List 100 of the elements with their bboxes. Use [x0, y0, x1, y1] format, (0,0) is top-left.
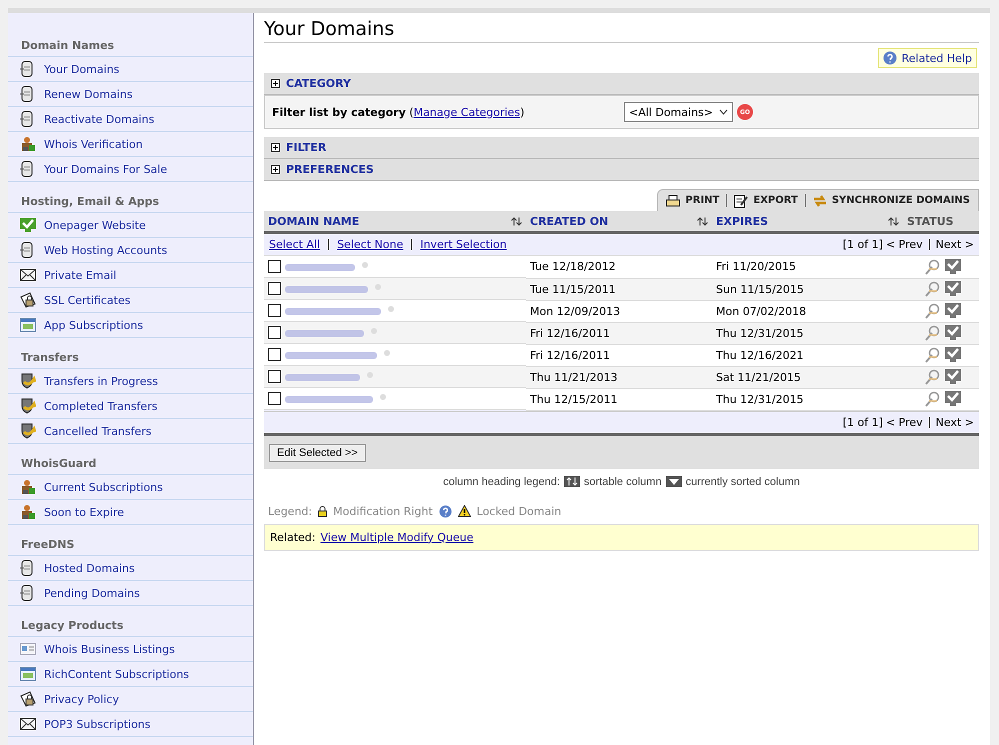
sidebar-item[interactable]: Pending Domains [8, 581, 253, 606]
sidebar-heading: Legacy Products [8, 615, 253, 637]
check-monitor-icon[interactable] [944, 281, 961, 297]
prev-link[interactable]: < Prev [886, 416, 923, 428]
check-monitor-icon[interactable] [944, 391, 961, 407]
help-icon [882, 51, 897, 65]
section-header[interactable]: FILTER [264, 137, 979, 159]
business-card-icon [20, 643, 36, 655]
sidebar-item[interactable]: Reactivate Domains [8, 107, 253, 132]
section-header[interactable]: CATEGORY [264, 73, 979, 95]
row-checkbox[interactable] [268, 370, 281, 383]
category-select[interactable]: <All Domains> [624, 102, 733, 122]
sidebar-item[interactable]: Your Domains [8, 57, 253, 82]
sync-arrows-icon [812, 194, 827, 206]
people-lock-icon [20, 136, 36, 152]
check-monitor-icon[interactable] [944, 258, 961, 275]
sort-arrows-icon[interactable] [697, 216, 708, 226]
selection-link[interactable]: Select All [269, 238, 320, 251]
legend-text: currently sorted column [686, 476, 800, 488]
chevron-icon [718, 109, 728, 115]
padlock-icon [20, 292, 36, 308]
created-date-cell: Tue 11/15/2011 [526, 278, 712, 300]
manage-categories-link[interactable]: Manage Categories [414, 106, 520, 118]
toolbar-button[interactable]: PRINT [666, 194, 720, 206]
sidebar-heading: Hosting, Email & Apps [8, 191, 253, 213]
sidebar-item[interactable]: Current Subscriptions [8, 475, 253, 500]
created-date-cell: Fri 12/16/2011 [526, 344, 712, 366]
people-lock-icon [20, 479, 36, 495]
check-monitor-icon[interactable] [944, 347, 961, 363]
next-link[interactable]: Next > [936, 238, 974, 251]
section-header[interactable]: PREFERENCES [264, 159, 979, 181]
warning-icon [458, 505, 471, 517]
created-date-cell: Thu 11/21/2013 [526, 366, 712, 388]
sidebar-item[interactable]: Your Domains For Sale [8, 157, 253, 182]
sidebar-item[interactable]: Cancelled Transfers [8, 419, 253, 444]
sidebar-item[interactable]: Completed Transfers [8, 394, 253, 419]
browser-window-icon [20, 667, 36, 681]
sidebar-item[interactable]: Hosted Domains [8, 556, 253, 581]
legend-text: Modification Right [333, 504, 433, 518]
column-header[interactable]: DOMAIN NAME [264, 211, 526, 232]
sidebar-item[interactable]: RichContent Subscriptions [8, 662, 253, 687]
created-date-cell: Fri 12/16/2011 [526, 322, 712, 344]
check-monitor-icon[interactable] [944, 369, 961, 385]
row-checkbox[interactable] [268, 392, 281, 405]
next-link[interactable]: Next > [936, 416, 974, 428]
column-header[interactable]: EXPIRES [712, 211, 903, 232]
row-checkbox[interactable] [268, 348, 281, 361]
selection-link[interactable]: Invert Selection [420, 238, 507, 251]
people-lock-icon [20, 504, 36, 520]
server-icon [20, 111, 34, 127]
sort-arrows-icon[interactable] [511, 216, 522, 226]
sidebar-heading: FreeDNS [8, 534, 253, 556]
sidebar-item[interactable]: Whois Verification [8, 132, 253, 157]
expiry-date-cell: Sun 11/15/2015 [712, 278, 903, 300]
server-icon [20, 61, 34, 77]
toolbar-button[interactable]: EXPORT [734, 194, 798, 208]
envelope-icon [20, 718, 36, 730]
sidebar-item[interactable]: Privacy Policy [8, 687, 253, 712]
sidebar-item[interactable]: Onepager Website [8, 213, 253, 238]
toolbar-button[interactable]: SYNCHRONIZE DOMAINS [812, 194, 970, 206]
page-count: [1 of 1] [842, 416, 883, 428]
column-header[interactable]: CREATED ON [526, 211, 712, 232]
related-help-link[interactable]: Related Help [878, 48, 977, 68]
sidebar-item[interactable]: Whois Business Listings [8, 637, 253, 662]
legend-text: sortable column [584, 476, 662, 488]
shield-arrow-icon [20, 398, 36, 414]
sort-arrows-icon[interactable] [888, 216, 899, 226]
selection-link[interactable]: Select None [337, 238, 404, 251]
check-monitor-icon[interactable] [944, 303, 961, 319]
sidebar-item[interactable]: POP3 Subscriptions [8, 712, 253, 737]
document-pencil-icon [734, 194, 748, 208]
related-label: Related: [270, 530, 316, 544]
expiry-date-cell: Thu 12/31/2015 [712, 388, 903, 410]
page-count: [1 of 1] [842, 238, 883, 251]
server-icon [20, 560, 34, 576]
prev-link[interactable]: < Prev [886, 238, 923, 251]
shield-arrow-icon [20, 373, 36, 389]
expiry-date-cell: Sat 11/21/2015 [712, 366, 903, 388]
sidebar-item[interactable]: Soon to Expire [8, 500, 253, 525]
check-monitor-icon[interactable] [944, 325, 961, 341]
sidebar-item[interactable]: Transfers in Progress [8, 369, 253, 394]
sidebar-item[interactable]: Web Hosting Accounts [8, 238, 253, 263]
legend-text: Locked Domain [476, 504, 562, 518]
sidebar-item[interactable]: App Subscriptions [8, 313, 253, 338]
row-checkbox[interactable] [268, 260, 281, 273]
row-checkbox[interactable] [268, 326, 281, 339]
row-checkbox[interactable] [268, 304, 281, 317]
server-icon [20, 242, 34, 258]
sidebar-item[interactable]: Renew Domains [8, 82, 253, 107]
sidebar-item[interactable]: Private Email [8, 263, 253, 288]
page-title: Your Domains [264, 18, 979, 43]
edit-selected-button[interactable]: Edit Selected >> [269, 444, 366, 462]
expiry-date-cell: Thu 12/31/2015 [712, 322, 903, 344]
column-header: STATUS [903, 211, 979, 232]
expiry-date-cell: Mon 07/02/2018 [712, 300, 903, 322]
modify-queue-link[interactable]: View Multiple Modify Queue [320, 530, 474, 544]
sidebar-item[interactable]: SSL Certificates [8, 288, 253, 313]
sort-arrows-icon [564, 476, 580, 487]
sidebar-heading: WhoisGuard [8, 453, 253, 475]
row-checkbox[interactable] [268, 282, 281, 295]
